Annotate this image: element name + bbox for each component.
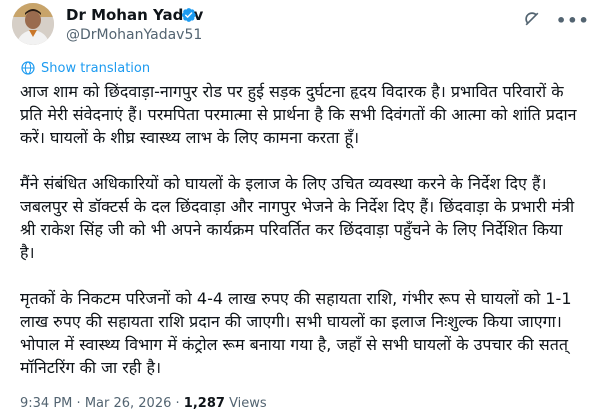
views-count: 1,287 (183, 396, 225, 411)
tweet-paragraph: मैंने संबंधित अधिकारियों को घायलों के इल… (20, 174, 575, 262)
views-label: Views (229, 396, 267, 411)
show-translation-label: Show translation (41, 60, 151, 76)
tweet-paragraph: मृतकों के निकटम परिजनों को 4-4 लाख रुपए … (20, 289, 572, 377)
tweet-paragraph: आज शाम को छिंदवाड़ा-नागपुर रोड पर हुई सड… (20, 82, 577, 147)
separator: · (76, 396, 81, 411)
tweet-time[interactable]: 9:34 PM (20, 396, 72, 411)
tweet-text: आज शाम को छिंदवाड़ा-नागपुर रोड पर हुई सड… (20, 80, 580, 379)
translate-icon (21, 61, 35, 75)
tweet-date[interactable]: Mar 26, 2026 (85, 396, 172, 411)
show-translation-link[interactable]: Show translation (20, 60, 150, 76)
avatar[interactable] (12, 3, 54, 45)
more-icon[interactable]: ••• (556, 11, 590, 30)
separator: · (175, 396, 180, 411)
grok-icon[interactable] (522, 9, 542, 29)
tweet-meta: 9:34 PM · Mar 26, 2026 · 1,287 Views (20, 396, 267, 411)
verified-badge-icon (181, 8, 196, 22)
author-handle[interactable]: @DrMohanYadav51 (66, 27, 202, 43)
avatar-photo (12, 3, 54, 45)
